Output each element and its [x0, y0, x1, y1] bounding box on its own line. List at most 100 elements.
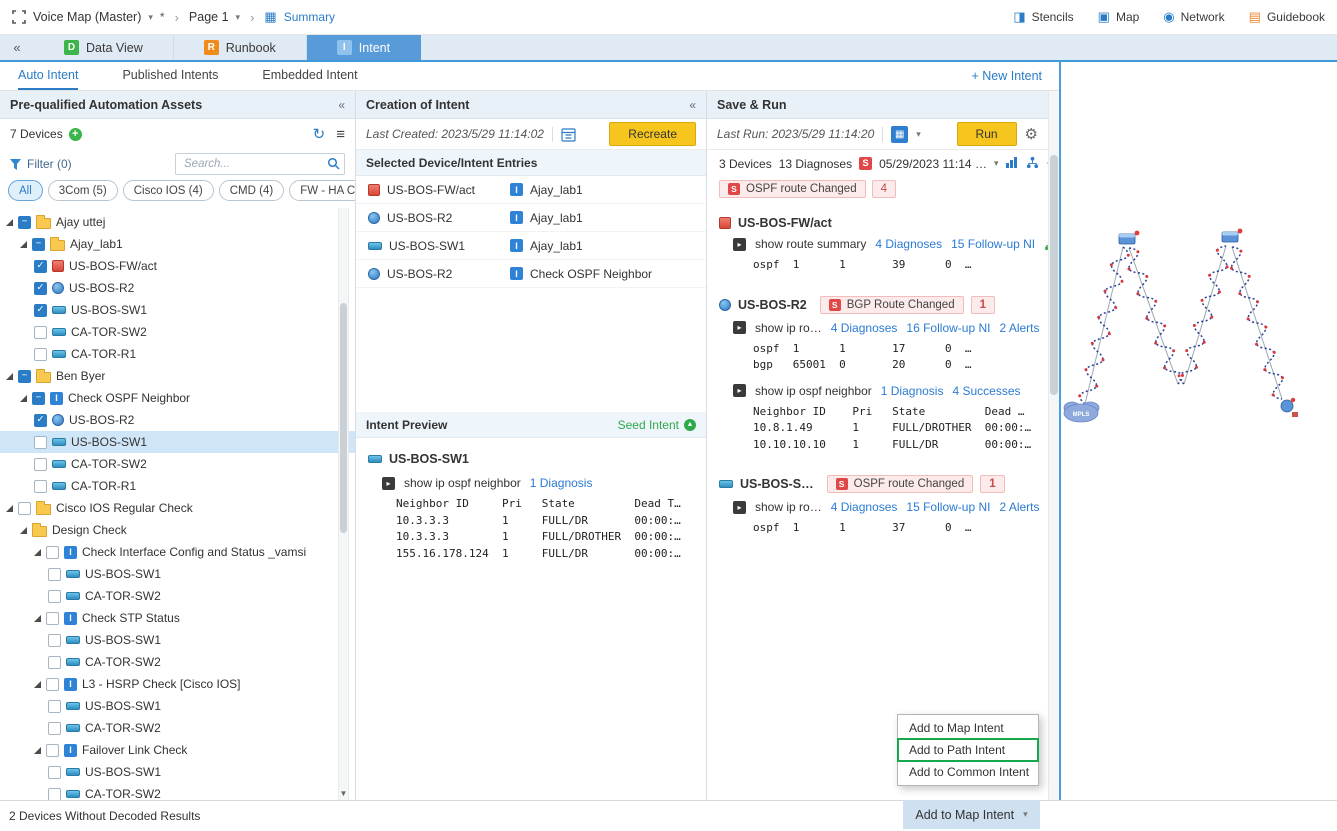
device-intent-entry[interactable]: US-BOS-SW1Ajay_lab1: [356, 232, 706, 260]
nav-guidebook[interactable]: ▤Guidebook: [1249, 9, 1325, 25]
tree-item[interactable]: CA-TOR-R1: [0, 475, 355, 497]
tree-item[interactable]: Check Interface Config and Status _vamsi: [0, 541, 355, 563]
expander-icon[interactable]: [34, 615, 41, 622]
collapse-panel-icon[interactable]: «: [338, 98, 345, 112]
tree-scrollbar-thumb[interactable]: [340, 303, 347, 533]
tree-item[interactable]: ✓US-BOS-SW1: [0, 299, 355, 321]
map-title-caret-icon[interactable]: ▾: [148, 12, 153, 23]
add-device-icon[interactable]: [69, 128, 82, 141]
diagnosis-link[interactable]: 1 Diagnosis: [530, 476, 593, 490]
tree-item[interactable]: US-BOS-SW1: [0, 695, 355, 717]
map-node-switch-2[interactable]: [1222, 229, 1242, 242]
checkbox[interactable]: [48, 634, 61, 647]
checkbox[interactable]: [48, 656, 61, 669]
checkbox[interactable]: [48, 766, 61, 779]
context-menu-item[interactable]: Add to Common Intent: [898, 761, 1038, 783]
checkbox[interactable]: [46, 744, 59, 757]
tree-item[interactable]: CA-TOR-SW2: [0, 585, 355, 607]
search-input[interactable]: [175, 153, 345, 175]
tree-item[interactable]: CA-TOR-SW2: [0, 717, 355, 739]
nav-stencils[interactable]: ◨Stencils: [1013, 9, 1073, 25]
nav-map[interactable]: ▣Map: [1098, 9, 1140, 25]
page-caret-icon[interactable]: ▾: [236, 12, 241, 23]
tree-item[interactable]: ✓US-BOS-R2: [0, 277, 355, 299]
filter-chip[interactable]: All: [8, 180, 43, 201]
filter-chip[interactable]: Cisco IOS (4): [123, 180, 214, 201]
device-intent-entry[interactable]: US-BOS-R2Check OSPF Neighbor: [356, 260, 706, 288]
new-intent-button[interactable]: + New Intent: [971, 69, 1042, 83]
tree-item[interactable]: US-BOS-SW1: [0, 431, 355, 453]
checkbox[interactable]: ✓: [34, 304, 47, 317]
run-timestamp[interactable]: 05/29/2023 11:14 …: [879, 157, 987, 171]
tree-item[interactable]: CA-TOR-SW2: [0, 453, 355, 475]
tree-item[interactable]: CA-TOR-SW2: [0, 651, 355, 673]
result-link[interactable]: 4 Successes: [952, 384, 1020, 398]
context-menu-item[interactable]: Add to Map Intent: [898, 717, 1038, 739]
device-intent-entry[interactable]: US-BOS-R2Ajay_lab1: [356, 204, 706, 232]
tab-runbook[interactable]: RRunbook: [174, 35, 307, 60]
checkbox[interactable]: [18, 502, 31, 515]
tree-scrollbar[interactable]: ▼: [338, 208, 349, 800]
map-node-router[interactable]: [1281, 398, 1298, 417]
checkbox[interactable]: ✓: [34, 260, 47, 273]
checkbox[interactable]: −: [18, 370, 31, 383]
checkbox[interactable]: [48, 788, 61, 801]
checkbox[interactable]: −: [32, 392, 45, 405]
tree-item[interactable]: CA-TOR-SW2: [0, 321, 355, 343]
result-link[interactable]: 2 Alerts: [999, 500, 1039, 514]
gear-icon[interactable]: ⚙: [1025, 125, 1038, 143]
nav-network[interactable]: ◉Network: [1163, 9, 1224, 25]
run-button[interactable]: Run: [957, 122, 1017, 146]
expander-icon[interactable]: [34, 681, 41, 688]
result-link[interactable]: 2 Alerts: [999, 321, 1039, 335]
result-link[interactable]: 4 Diagnoses: [875, 237, 942, 251]
checkbox[interactable]: [46, 612, 59, 625]
map-title[interactable]: Voice Map (Master): [33, 10, 141, 24]
alert-badge[interactable]: OSPF route Changed: [719, 180, 866, 198]
map-node-switch-1[interactable]: [1119, 231, 1139, 244]
checkbox[interactable]: [34, 480, 47, 493]
tree-item[interactable]: ✓US-BOS-FW/act: [0, 255, 355, 277]
device-intent-entry[interactable]: US-BOS-FW/actAjay_lab1: [356, 176, 706, 204]
tree-item[interactable]: −Ben Byer: [0, 365, 355, 387]
checkbox[interactable]: [48, 722, 61, 735]
expander-icon[interactable]: [20, 527, 27, 534]
expander-icon[interactable]: [20, 241, 27, 248]
checkbox[interactable]: [48, 590, 61, 603]
result-link[interactable]: 4 Diagnoses: [831, 321, 898, 335]
tree-item[interactable]: CA-TOR-SW2: [0, 783, 355, 800]
checkbox[interactable]: [46, 678, 59, 691]
expander-icon[interactable]: [34, 747, 41, 754]
tree-item[interactable]: Failover Link Check: [0, 739, 355, 761]
tree-item[interactable]: US-BOS-SW1: [0, 629, 355, 651]
tree-item[interactable]: −Ajay_lab1: [0, 233, 355, 255]
filter-chip[interactable]: 3Com (5): [48, 180, 118, 201]
alert-badge[interactable]: OSPF route Changed: [827, 475, 974, 493]
alert-badge[interactable]: BGP Route Changed: [820, 296, 964, 314]
context-menu-item[interactable]: Add to Path Intent: [898, 739, 1038, 761]
result-link[interactable]: 16 Follow-up NI: [906, 321, 990, 335]
filter-funnel-icon[interactable]: [10, 159, 21, 170]
refresh-icon[interactable]: ↻: [313, 125, 326, 143]
report-calendar-icon[interactable]: [561, 127, 576, 142]
seed-intent-link[interactable]: Seed Intent: [618, 418, 696, 432]
checkbox[interactable]: [48, 700, 61, 713]
tree-item[interactable]: L3 - HSRP Check [Cisco IOS]: [0, 673, 355, 695]
tree-item[interactable]: US-BOS-SW1: [0, 563, 355, 585]
panel-scrollbar-thumb[interactable]: [1050, 155, 1058, 395]
tree-item[interactable]: −Check OSPF Neighbor: [0, 387, 355, 409]
expander-icon[interactable]: [6, 219, 13, 226]
tab-intent[interactable]: IIntent: [307, 35, 421, 60]
result-link[interactable]: 15 Follow-up NI: [906, 500, 990, 514]
page-selector[interactable]: Page 1: [189, 10, 229, 24]
checkbox[interactable]: [34, 436, 47, 449]
panel-scrollbar[interactable]: [1048, 91, 1059, 800]
tree-item[interactable]: Design Check: [0, 519, 355, 541]
checkbox[interactable]: [34, 326, 47, 339]
subtab-embedded-intent[interactable]: Embedded Intent: [262, 62, 357, 90]
tree-item[interactable]: CA-TOR-R1: [0, 343, 355, 365]
chart-icon[interactable]: [1005, 156, 1018, 172]
run-target-caret-icon[interactable]: ▾: [916, 129, 921, 140]
scroll-down-arrow-icon[interactable]: ▼: [339, 789, 348, 798]
tree-item[interactable]: ✓US-BOS-R2: [0, 409, 355, 431]
